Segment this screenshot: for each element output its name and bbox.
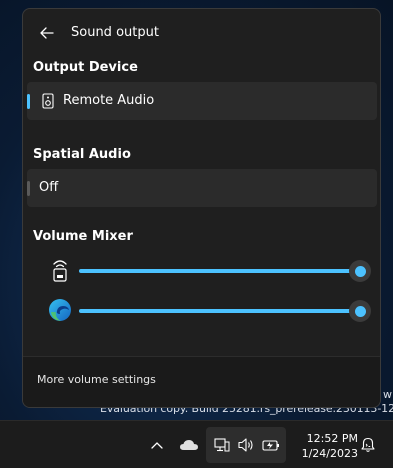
- battery-icon: [262, 440, 279, 451]
- flyout-footer: More volume settings: [23, 356, 380, 407]
- more-volume-settings-link[interactable]: More volume settings: [37, 373, 156, 386]
- show-hidden-icons-button[interactable]: [148, 435, 166, 455]
- network-icon: [214, 438, 230, 452]
- quick-settings-button[interactable]: [206, 427, 286, 463]
- onedrive-button[interactable]: [176, 435, 202, 455]
- system-volume-slider-thumb[interactable]: [349, 260, 371, 282]
- cloud-icon: [180, 440, 198, 450]
- back-button[interactable]: [37, 23, 57, 43]
- watermark-edge-text: w: [383, 388, 392, 401]
- clock-date: 1/24/2023: [301, 447, 358, 460]
- output-device-item-remote-audio[interactable]: Remote Audio: [27, 82, 377, 120]
- notification-bell-icon: [361, 437, 375, 452]
- selected-indicator: [27, 94, 30, 109]
- clock[interactable]: 12:52 PM 1/24/2023: [292, 431, 358, 461]
- edge-volume-thumb-dot: [354, 305, 366, 317]
- spatial-audio-heading: Spatial Audio: [33, 147, 131, 162]
- system-volume-track: [79, 269, 359, 273]
- notifications-button[interactable]: [358, 435, 378, 455]
- taskbar: 12:52 PM 1/24/2023: [0, 420, 393, 468]
- flyout-title: Sound output: [71, 25, 159, 40]
- output-device-label: Remote Audio: [63, 93, 155, 108]
- clock-time: 12:52 PM: [306, 432, 358, 445]
- volume-mixer-heading: Volume Mixer: [33, 229, 133, 244]
- mixer-row-system: [23, 255, 380, 285]
- volume-icon: [238, 438, 253, 452]
- spatial-audio-option-off[interactable]: Off: [27, 169, 377, 207]
- system-volume-thumb-dot: [354, 265, 366, 277]
- spatial-audio-label: Off: [39, 180, 59, 195]
- edge-volume-track: [79, 309, 359, 313]
- flyout-header: Sound output: [23, 9, 380, 57]
- mixer-row-edge: [23, 295, 380, 325]
- chevron-up-icon: [151, 442, 163, 449]
- speaker-icon: [42, 93, 54, 109]
- system-sounds-icon: [47, 257, 73, 283]
- edge-volume-slider-thumb[interactable]: [349, 300, 371, 322]
- edge-icon: [47, 297, 73, 323]
- sound-output-flyout: Sound output Output Device Remote Audio …: [22, 8, 381, 408]
- back-arrow-icon: [40, 27, 54, 39]
- output-device-heading: Output Device: [33, 60, 138, 75]
- option-indicator: [27, 181, 30, 196]
